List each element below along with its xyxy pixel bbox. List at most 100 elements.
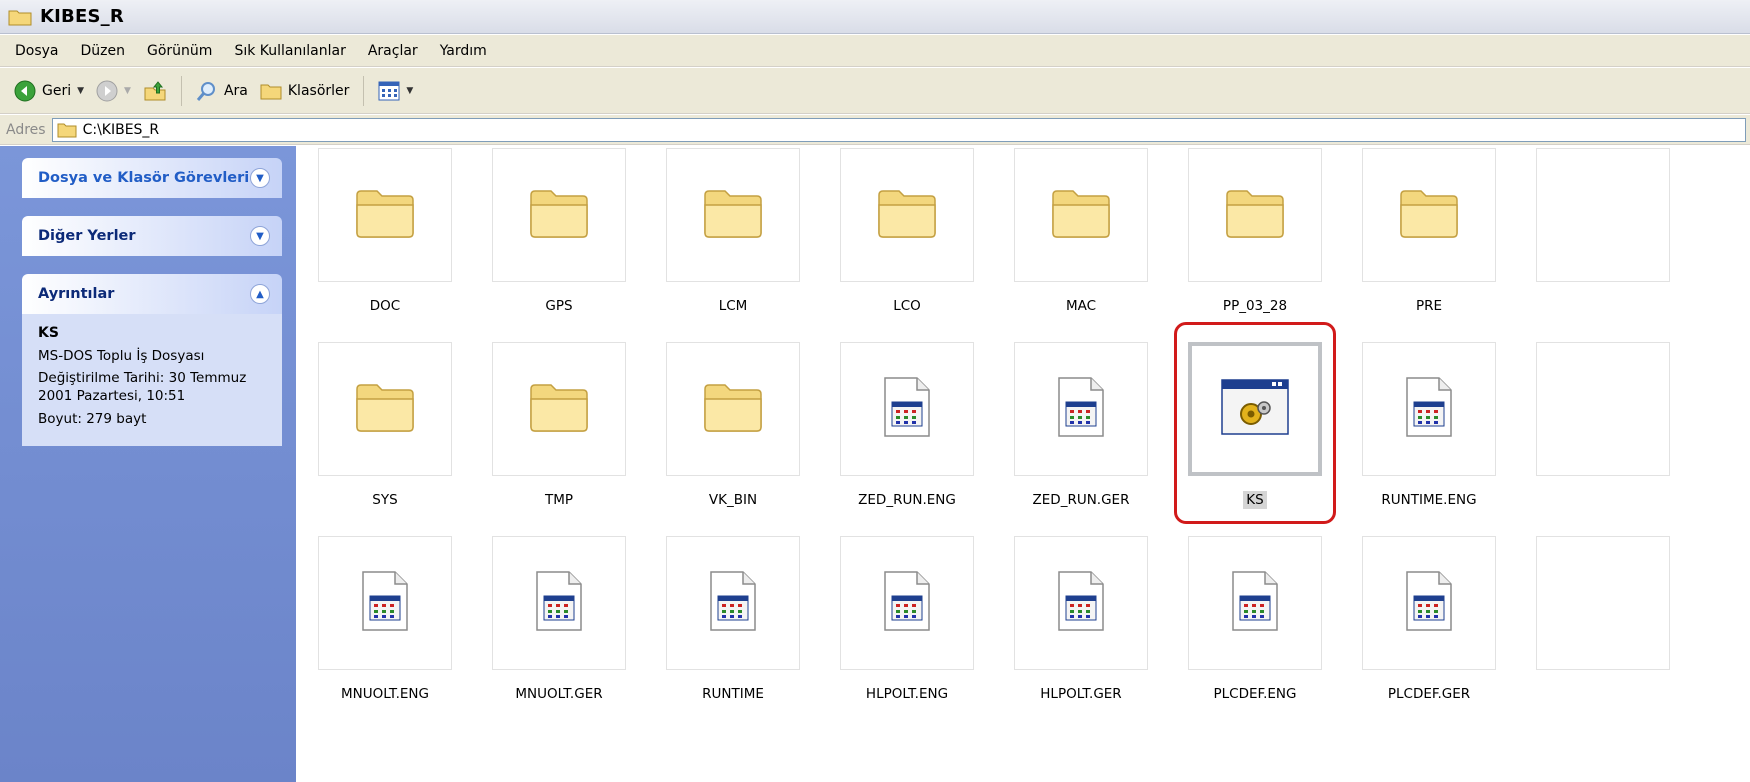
menu-araclar[interactable]: Araçlar — [357, 43, 429, 59]
file-name-text: SYS — [372, 492, 398, 508]
up-folder-button[interactable] — [137, 76, 173, 106]
file-name-label[interactable]: DOC — [300, 298, 470, 314]
folder-tile[interactable] — [1188, 148, 1322, 282]
folder-icon — [701, 381, 765, 437]
folder-icon — [701, 187, 765, 243]
file-name-label[interactable]: TMP — [474, 492, 644, 508]
details-panel-body: KS MS-DOS Toplu İş Dosyası Değiştirilme … — [22, 314, 282, 446]
views-button[interactable]: ▼ — [372, 77, 419, 105]
folder-icon — [353, 187, 417, 243]
file-name-label[interactable]: MNUOLT.ENG — [300, 686, 470, 702]
file-tile[interactable] — [1188, 536, 1322, 670]
file-name-text: GPS — [545, 298, 573, 314]
address-bar: Adres C:\KIBES_R — [0, 115, 1750, 145]
partial-tile[interactable] — [1536, 148, 1670, 282]
toolbar-separator — [180, 75, 182, 106]
search-label: Ara — [223, 82, 248, 99]
folders-button[interactable]: Klasörler — [254, 78, 356, 104]
file-name-label[interactable]: RUNTIME — [648, 686, 818, 702]
file-name-label[interactable]: MNUOLT.GER — [474, 686, 644, 702]
back-button[interactable]: Geri ▼ — [8, 76, 90, 106]
folder-tile[interactable] — [1014, 148, 1148, 282]
title-bar: KIBES_R — [0, 0, 1750, 34]
file-name-label[interactable]: PP_03_28 — [1170, 298, 1340, 314]
folder-tile[interactable] — [318, 342, 452, 476]
file-tile[interactable] — [1362, 536, 1496, 670]
search-icon — [196, 81, 215, 101]
document-icon — [360, 570, 410, 636]
file-name-label[interactable]: ZED_RUN.ENG — [822, 492, 992, 508]
file-name-label[interactable]: ZED_RUN.GER — [996, 492, 1166, 508]
folder-tile[interactable] — [666, 148, 800, 282]
address-path: C:\KIBES_R — [82, 121, 160, 138]
document-icon — [708, 570, 758, 636]
menu-bar: Dosya Düzen Görünüm Sık Kullanılanlar Ar… — [0, 35, 1750, 67]
file-tile[interactable] — [1362, 342, 1496, 476]
file-name-label[interactable]: SYS — [300, 492, 470, 508]
file-name-text: PP_03_28 — [1222, 298, 1288, 314]
chevron-down-icon[interactable]: ▼ — [406, 86, 413, 96]
menu-sik-kullanilanlar[interactable]: Sık Kullanılanlar — [223, 43, 356, 59]
selection-highlight-ring — [1174, 322, 1336, 524]
file-name-label[interactable]: LCM — [648, 298, 818, 314]
folder-tile[interactable] — [1362, 148, 1496, 282]
file-name-label[interactable]: LCO — [822, 298, 992, 314]
file-tile[interactable] — [666, 536, 800, 670]
details-file-type: MS-DOS Toplu İş Dosyası — [38, 347, 205, 364]
other-places-panel-header[interactable]: Diğer Yerler ▼ — [22, 216, 282, 256]
forward-button[interactable]: ▼ — [90, 76, 137, 106]
collapse-chevron-icon[interactable]: ▲ — [250, 284, 270, 304]
file-name-label[interactable]: RUNTIME.ENG — [1344, 492, 1514, 508]
toolbar: Geri ▼ ▼ Ara Klasörler ▼ — [0, 68, 1750, 114]
address-input[interactable]: C:\KIBES_R — [51, 117, 1746, 142]
file-tile[interactable] — [492, 536, 626, 670]
file-tile[interactable] — [840, 342, 974, 476]
file-name-label[interactable]: HLPOLT.ENG — [822, 686, 992, 702]
partial-tile[interactable] — [1536, 342, 1670, 476]
document-icon — [882, 570, 932, 636]
file-name-label[interactable]: PLCDEF.GER — [1344, 686, 1514, 702]
expand-chevron-icon[interactable]: ▼ — [250, 226, 270, 246]
file-tile[interactable] — [840, 536, 974, 670]
file-name-text: RUNTIME — [702, 686, 764, 702]
file-tile[interactable] — [1014, 536, 1148, 670]
chevron-down-icon[interactable]: ▼ — [77, 86, 84, 96]
document-icon — [1056, 570, 1106, 636]
folder-icon — [875, 187, 939, 243]
file-name-label[interactable]: MAC — [996, 298, 1166, 314]
file-tile[interactable] — [318, 536, 452, 670]
expand-chevron-icon[interactable]: ▼ — [250, 168, 270, 188]
menu-duzen[interactable]: Düzen — [70, 43, 137, 59]
back-label: Geri — [42, 82, 72, 99]
menu-gorunum[interactable]: Görünüm — [136, 43, 223, 59]
tasks-panel-header[interactable]: Dosya ve Klasör Görevleri ▼ — [22, 158, 282, 198]
file-name-label[interactable]: HLPOLT.GER — [996, 686, 1166, 702]
file-name-label[interactable]: PLCDEF.ENG — [1170, 686, 1340, 702]
chevron-down-icon[interactable]: ▼ — [124, 86, 131, 96]
file-tile[interactable] — [1014, 342, 1148, 476]
file-name-label[interactable]: GPS — [474, 298, 644, 314]
folder-icon — [1223, 187, 1287, 243]
file-name-label[interactable]: PRE — [1344, 298, 1514, 314]
partial-tile[interactable] — [1536, 536, 1670, 670]
folders-label: Klasörler — [287, 82, 350, 99]
file-name-text: PLCDEF.ENG — [1213, 686, 1297, 702]
search-button[interactable]: Ara — [190, 76, 254, 106]
folder-icon — [8, 8, 32, 26]
other-places-title: Diğer Yerler — [38, 228, 136, 244]
file-name-text: PLCDEF.GER — [1387, 686, 1471, 702]
details-modified: Değiştirilme Tarihi: 30 Temmuz 2001 Paza… — [38, 370, 247, 405]
folder-tile[interactable] — [840, 148, 974, 282]
file-name-label[interactable]: VK_BIN — [648, 492, 818, 508]
document-icon — [882, 376, 932, 442]
folder-tile[interactable] — [492, 342, 626, 476]
details-panel-header[interactable]: Ayrıntılar ▲ — [22, 274, 282, 314]
menu-yardim[interactable]: Yardım — [429, 43, 498, 59]
details-size: Boyut: 279 bayt — [38, 410, 147, 427]
folder-tile[interactable] — [318, 148, 452, 282]
file-name-text: RUNTIME.ENG — [1381, 492, 1477, 508]
folder-tile[interactable] — [666, 342, 800, 476]
folder-tile[interactable] — [492, 148, 626, 282]
menu-dosya[interactable]: Dosya — [4, 43, 70, 59]
file-name-text: LCO — [893, 298, 921, 314]
